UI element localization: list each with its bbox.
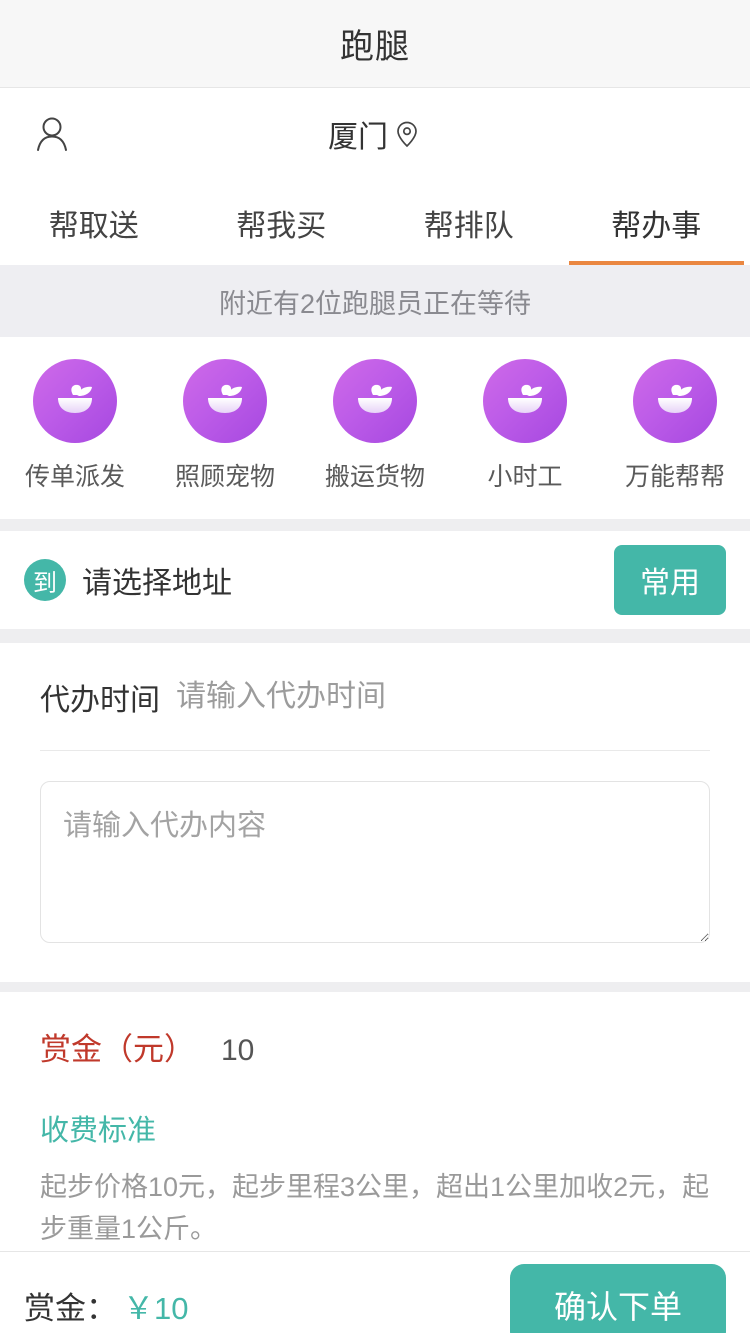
- category-label: 照顾宠物: [174, 463, 275, 491]
- bottom-bounty-label: 赏金：: [24, 1290, 117, 1326]
- order-form: 代办时间: [0, 643, 750, 982]
- time-field-row: 代办时间: [40, 643, 710, 751]
- nearby-runners-notice: 附近有2位跑腿员正在等待: [0, 265, 750, 337]
- section-divider: [0, 519, 750, 531]
- section-divider: [0, 982, 750, 992]
- tab-bang-wo-mai[interactable]: 帮我买: [188, 180, 376, 265]
- time-field-label: 代办时间: [40, 683, 160, 717]
- bowl-salad-icon: [183, 359, 267, 443]
- location-pin-icon: [392, 119, 422, 149]
- fee-standard-title: 收费标准: [40, 1115, 157, 1147]
- bottom-bounty-amount: ￥10: [123, 1290, 189, 1326]
- bounty-section: 赏金（元） 收费标准 起步价格10元，起步里程3公里，超出1公里加收2元，起步重…: [0, 992, 750, 1251]
- category-item-xiao-shi-gong[interactable]: 小时工: [450, 359, 600, 493]
- section-divider: [0, 629, 750, 643]
- category-item-zhao-gu-chong-wu[interactable]: 照顾宠物: [150, 359, 300, 493]
- bowl-salad-icon: [483, 359, 567, 443]
- content-field-wrap: [40, 751, 710, 982]
- bowl-salad-icon: [333, 359, 417, 443]
- category-item-wan-neng-bang-bang[interactable]: 万能帮帮: [600, 359, 750, 493]
- destination-badge: 到: [24, 559, 66, 601]
- category-grid: 传单派发 照顾宠物 搬运货物 小时工 万能帮帮: [0, 337, 750, 519]
- category-label: 小时工: [487, 463, 563, 491]
- tab-bang-ban-shi[interactable]: 帮办事: [563, 180, 750, 265]
- category-label: 搬运货物: [324, 463, 425, 491]
- title-bar: 跑腿: [0, 0, 750, 88]
- time-input[interactable]: [176, 679, 710, 714]
- category-item-ban-yun-huo-wu[interactable]: 搬运货物: [300, 359, 450, 493]
- city-selector[interactable]: 厦门: [328, 112, 422, 156]
- bowl-salad-icon: [33, 359, 117, 443]
- city-label: 厦门: [328, 121, 388, 154]
- category-label: 传单派发: [24, 463, 125, 491]
- bowl-salad-icon: [633, 359, 717, 443]
- location-bar: 厦门: [0, 88, 750, 180]
- confirm-order-button[interactable]: 确认下单: [509, 1264, 726, 1333]
- page-title: 跑腿: [340, 28, 410, 66]
- address-row[interactable]: 到 请选择地址 常用: [0, 531, 750, 629]
- category-item-chuan-dan-pai-fa[interactable]: 传单派发: [0, 359, 150, 493]
- category-label: 万能帮帮: [624, 463, 725, 491]
- tab-bang-qu-song[interactable]: 帮取送: [0, 180, 188, 265]
- tab-bang-pai-dui[interactable]: 帮排队: [375, 180, 563, 265]
- bottom-action-bar: 赏金： ￥10 确认下单: [0, 1250, 750, 1333]
- content-textarea[interactable]: [40, 781, 710, 943]
- tab-bar: 帮取送 帮我买 帮排队 帮办事: [0, 180, 750, 265]
- person-icon[interactable]: [30, 112, 74, 156]
- errand-order-page: 跑腿 厦门 帮取送 帮我买 帮排队 帮办事 附近有2位跑腿员正在等待 传单派发 …: [0, 0, 750, 1333]
- common-address-button[interactable]: 常用: [614, 545, 726, 615]
- bounty-label: 赏金（元）: [40, 1032, 195, 1067]
- address-placeholder-text[interactable]: 请选择地址: [82, 558, 614, 602]
- bounty-row: 赏金（元）: [40, 1024, 710, 1069]
- fee-standard-description: 起步价格10元，起步里程3公里，超出1公里加收2元，起步重量1公斤。: [40, 1172, 710, 1244]
- bounty-input[interactable]: [221, 1034, 421, 1068]
